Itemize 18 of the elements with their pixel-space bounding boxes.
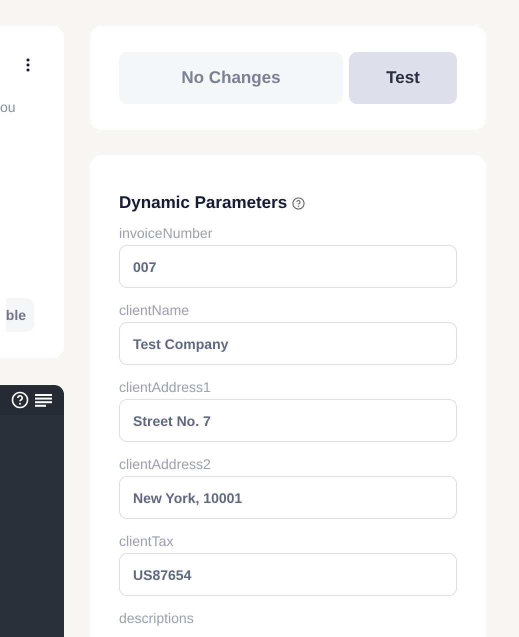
test-button[interactable]: Test	[349, 52, 457, 104]
input-field[interactable]: Street No. 7	[119, 399, 457, 442]
field-label: clientAddress1	[119, 379, 212, 395]
help-icon[interactable]	[292, 196, 306, 210]
input-field[interactable]: New York, 10001	[119, 476, 457, 519]
field-label: invoiceNumber	[119, 225, 214, 241]
input-field[interactable]: 007	[119, 245, 457, 288]
more-icon[interactable]	[26, 58, 30, 72]
field-label: clientName	[119, 302, 190, 318]
input-field[interactable]: Test Company	[119, 322, 457, 365]
field-label: clientTax	[119, 533, 174, 549]
action-button[interactable]: ble	[6, 298, 34, 332]
description-text: ou	[0, 99, 16, 115]
input-field[interactable]: US87654	[119, 553, 457, 596]
field-label: descriptions	[119, 610, 195, 626]
field-label: clientAddress2	[119, 456, 212, 472]
menu-lines-icon[interactable]	[35, 394, 52, 406]
section-title: Dynamic Parameters	[119, 193, 288, 213]
